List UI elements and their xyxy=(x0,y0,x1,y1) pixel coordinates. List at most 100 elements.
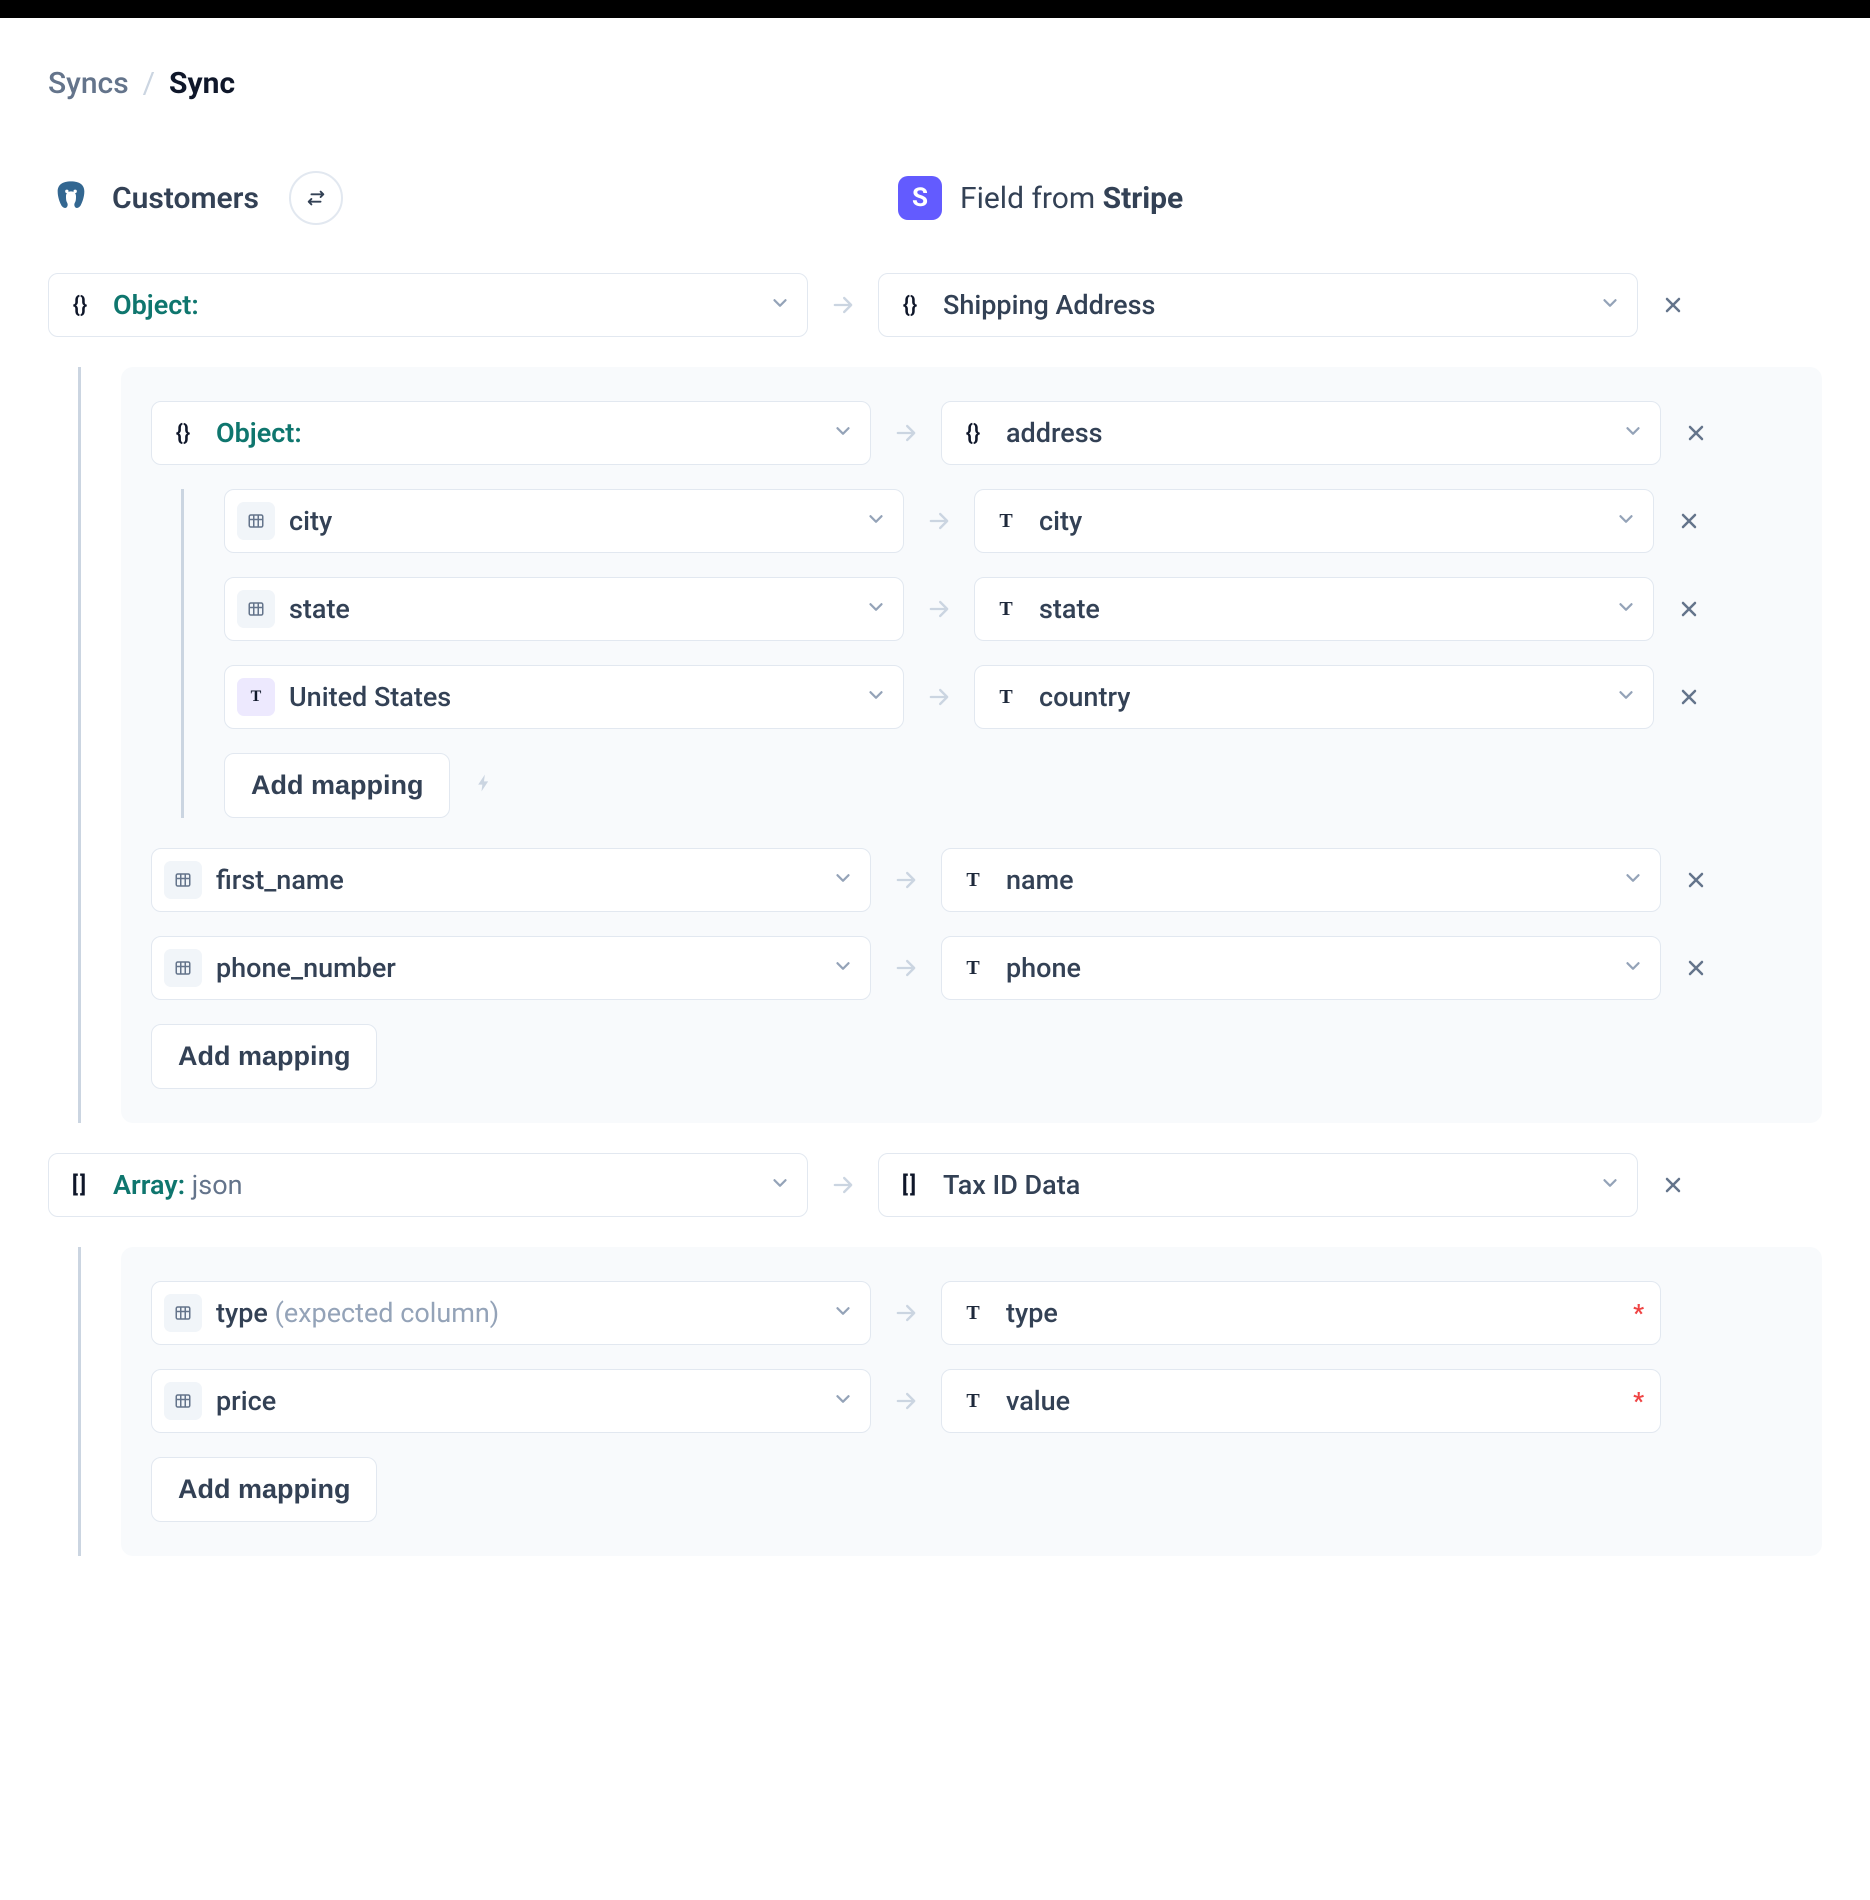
dest-select-phone[interactable]: T phone xyxy=(941,936,1661,1000)
text-type-icon: T xyxy=(954,949,992,987)
chevron-down-icon xyxy=(1615,596,1637,622)
chevron-down-icon xyxy=(865,508,887,534)
braces-icon: {} xyxy=(164,414,202,452)
array-json: json xyxy=(192,1169,243,1201)
chevron-down-icon xyxy=(865,596,887,622)
remove-mapping-button[interactable] xyxy=(1674,597,1704,621)
destination-name: Stripe xyxy=(1103,181,1184,216)
remove-mapping-button[interactable] xyxy=(1674,685,1704,709)
chevron-down-icon xyxy=(1622,867,1644,893)
source-select-type[interactable]: type (expected column) xyxy=(151,1281,871,1345)
column-icon xyxy=(237,502,275,540)
nested-group: type (expected column) T xyxy=(78,1247,1822,1556)
remove-mapping-button[interactable] xyxy=(1658,1173,1688,1197)
arrow-right-icon xyxy=(828,291,858,319)
chevron-down-icon xyxy=(832,1300,854,1326)
text-type-icon: T xyxy=(954,1382,992,1420)
breadcrumb-root[interactable]: Syncs xyxy=(48,66,129,101)
source-select-country-literal[interactable]: T United States xyxy=(224,665,904,729)
braces-icon: {} xyxy=(61,286,99,324)
stripe-icon: S xyxy=(898,176,942,220)
source-label: price xyxy=(216,1385,276,1417)
chevron-down-icon xyxy=(1615,684,1637,710)
arrow-right-icon xyxy=(891,419,921,447)
dest-label: state xyxy=(1039,593,1100,625)
chevron-down-icon xyxy=(1622,955,1644,981)
source-label-text: type xyxy=(216,1297,268,1329)
arrow-right-icon xyxy=(828,1171,858,1199)
remove-mapping-button[interactable] xyxy=(1681,868,1711,892)
add-mapping-button[interactable]: Add mapping xyxy=(151,1457,377,1522)
chevron-down-icon xyxy=(1615,508,1637,534)
arrow-right-icon xyxy=(924,683,954,711)
dest-label: name xyxy=(1006,864,1074,896)
brackets-icon: [] xyxy=(891,1166,929,1204)
dest-select-country[interactable]: T country xyxy=(974,665,1654,729)
source-select-price[interactable]: price xyxy=(151,1369,871,1433)
dest-label: value xyxy=(1006,1385,1070,1417)
arrow-right-icon xyxy=(891,954,921,982)
braces-icon: {} xyxy=(954,414,992,452)
column-icon xyxy=(164,1382,202,1420)
dest-label: country xyxy=(1039,681,1130,713)
text-literal-icon: T xyxy=(237,678,275,716)
column-icon xyxy=(164,1294,202,1332)
dest-select-address[interactable]: {} address xyxy=(941,401,1661,465)
source-select-city[interactable]: city xyxy=(224,489,904,553)
source-select-first-name[interactable]: first_name xyxy=(151,848,871,912)
source-select-state[interactable]: state xyxy=(224,577,904,641)
add-mapping-button[interactable]: Add mapping xyxy=(224,753,450,818)
text-type-icon: T xyxy=(987,678,1025,716)
source-select-phone-number[interactable]: phone_number xyxy=(151,936,871,1000)
dest-label: address xyxy=(1006,417,1103,449)
breadcrumb: Syncs / Sync xyxy=(48,66,1822,101)
column-icon xyxy=(237,590,275,628)
source-label: type (expected column) xyxy=(216,1297,499,1329)
arrow-right-icon xyxy=(891,1387,921,1415)
chevron-down-icon xyxy=(769,1172,791,1198)
swap-icon xyxy=(305,187,327,209)
arrow-right-icon xyxy=(891,866,921,894)
source-select-object[interactable]: {} Object: xyxy=(48,273,808,337)
breadcrumb-separator: / xyxy=(143,66,155,101)
source-label: Array: json xyxy=(113,1169,243,1201)
remove-mapping-button[interactable] xyxy=(1674,509,1704,533)
chevron-down-icon xyxy=(832,867,854,893)
required-indicator: * xyxy=(1633,1299,1644,1327)
source-label: phone_number xyxy=(216,952,396,984)
chevron-down-icon xyxy=(769,292,791,318)
brackets-icon: [] xyxy=(61,1166,99,1204)
braces-icon: {} xyxy=(891,286,929,324)
dest-select-value[interactable]: T value * xyxy=(941,1369,1661,1433)
dest-select-tax-id-data[interactable]: [] Tax ID Data xyxy=(878,1153,1638,1217)
source-select-array-json[interactable]: [] Array: json xyxy=(48,1153,808,1217)
add-mapping-button[interactable]: Add mapping xyxy=(151,1024,377,1089)
dest-label: phone xyxy=(1006,952,1081,984)
remove-mapping-button[interactable] xyxy=(1658,293,1688,317)
sync-direction-button[interactable] xyxy=(289,171,343,225)
remove-mapping-button[interactable] xyxy=(1681,956,1711,980)
text-type-icon: T xyxy=(954,1294,992,1332)
arrow-right-icon xyxy=(924,595,954,623)
arrow-right-icon xyxy=(924,507,954,535)
source-label: United States xyxy=(289,681,451,713)
dest-select-type[interactable]: T type * xyxy=(941,1281,1661,1345)
dest-select-name[interactable]: T name xyxy=(941,848,1661,912)
dest-select-state[interactable]: T state xyxy=(974,577,1654,641)
nested-group: {} Object: {} address xyxy=(78,367,1822,1123)
source-label: first_name xyxy=(216,864,344,896)
source-label: Object: xyxy=(216,417,302,449)
array-prefix: Array: xyxy=(113,1169,185,1201)
text-type-icon: T xyxy=(987,590,1025,628)
source-select-object[interactable]: {} Object: xyxy=(151,401,871,465)
required-indicator: * xyxy=(1633,1387,1644,1415)
bolt-icon xyxy=(474,771,494,801)
destination-prefix: Field from xyxy=(960,181,1103,216)
dest-select-shipping-address[interactable]: {} Shipping Address xyxy=(878,273,1638,337)
source-hint: (expected column) xyxy=(275,1297,500,1329)
source-label: state xyxy=(289,593,350,625)
source-title: Customers xyxy=(112,181,259,216)
dest-select-city[interactable]: T city xyxy=(974,489,1654,553)
source-label: city xyxy=(289,505,332,537)
remove-mapping-button[interactable] xyxy=(1681,421,1711,445)
